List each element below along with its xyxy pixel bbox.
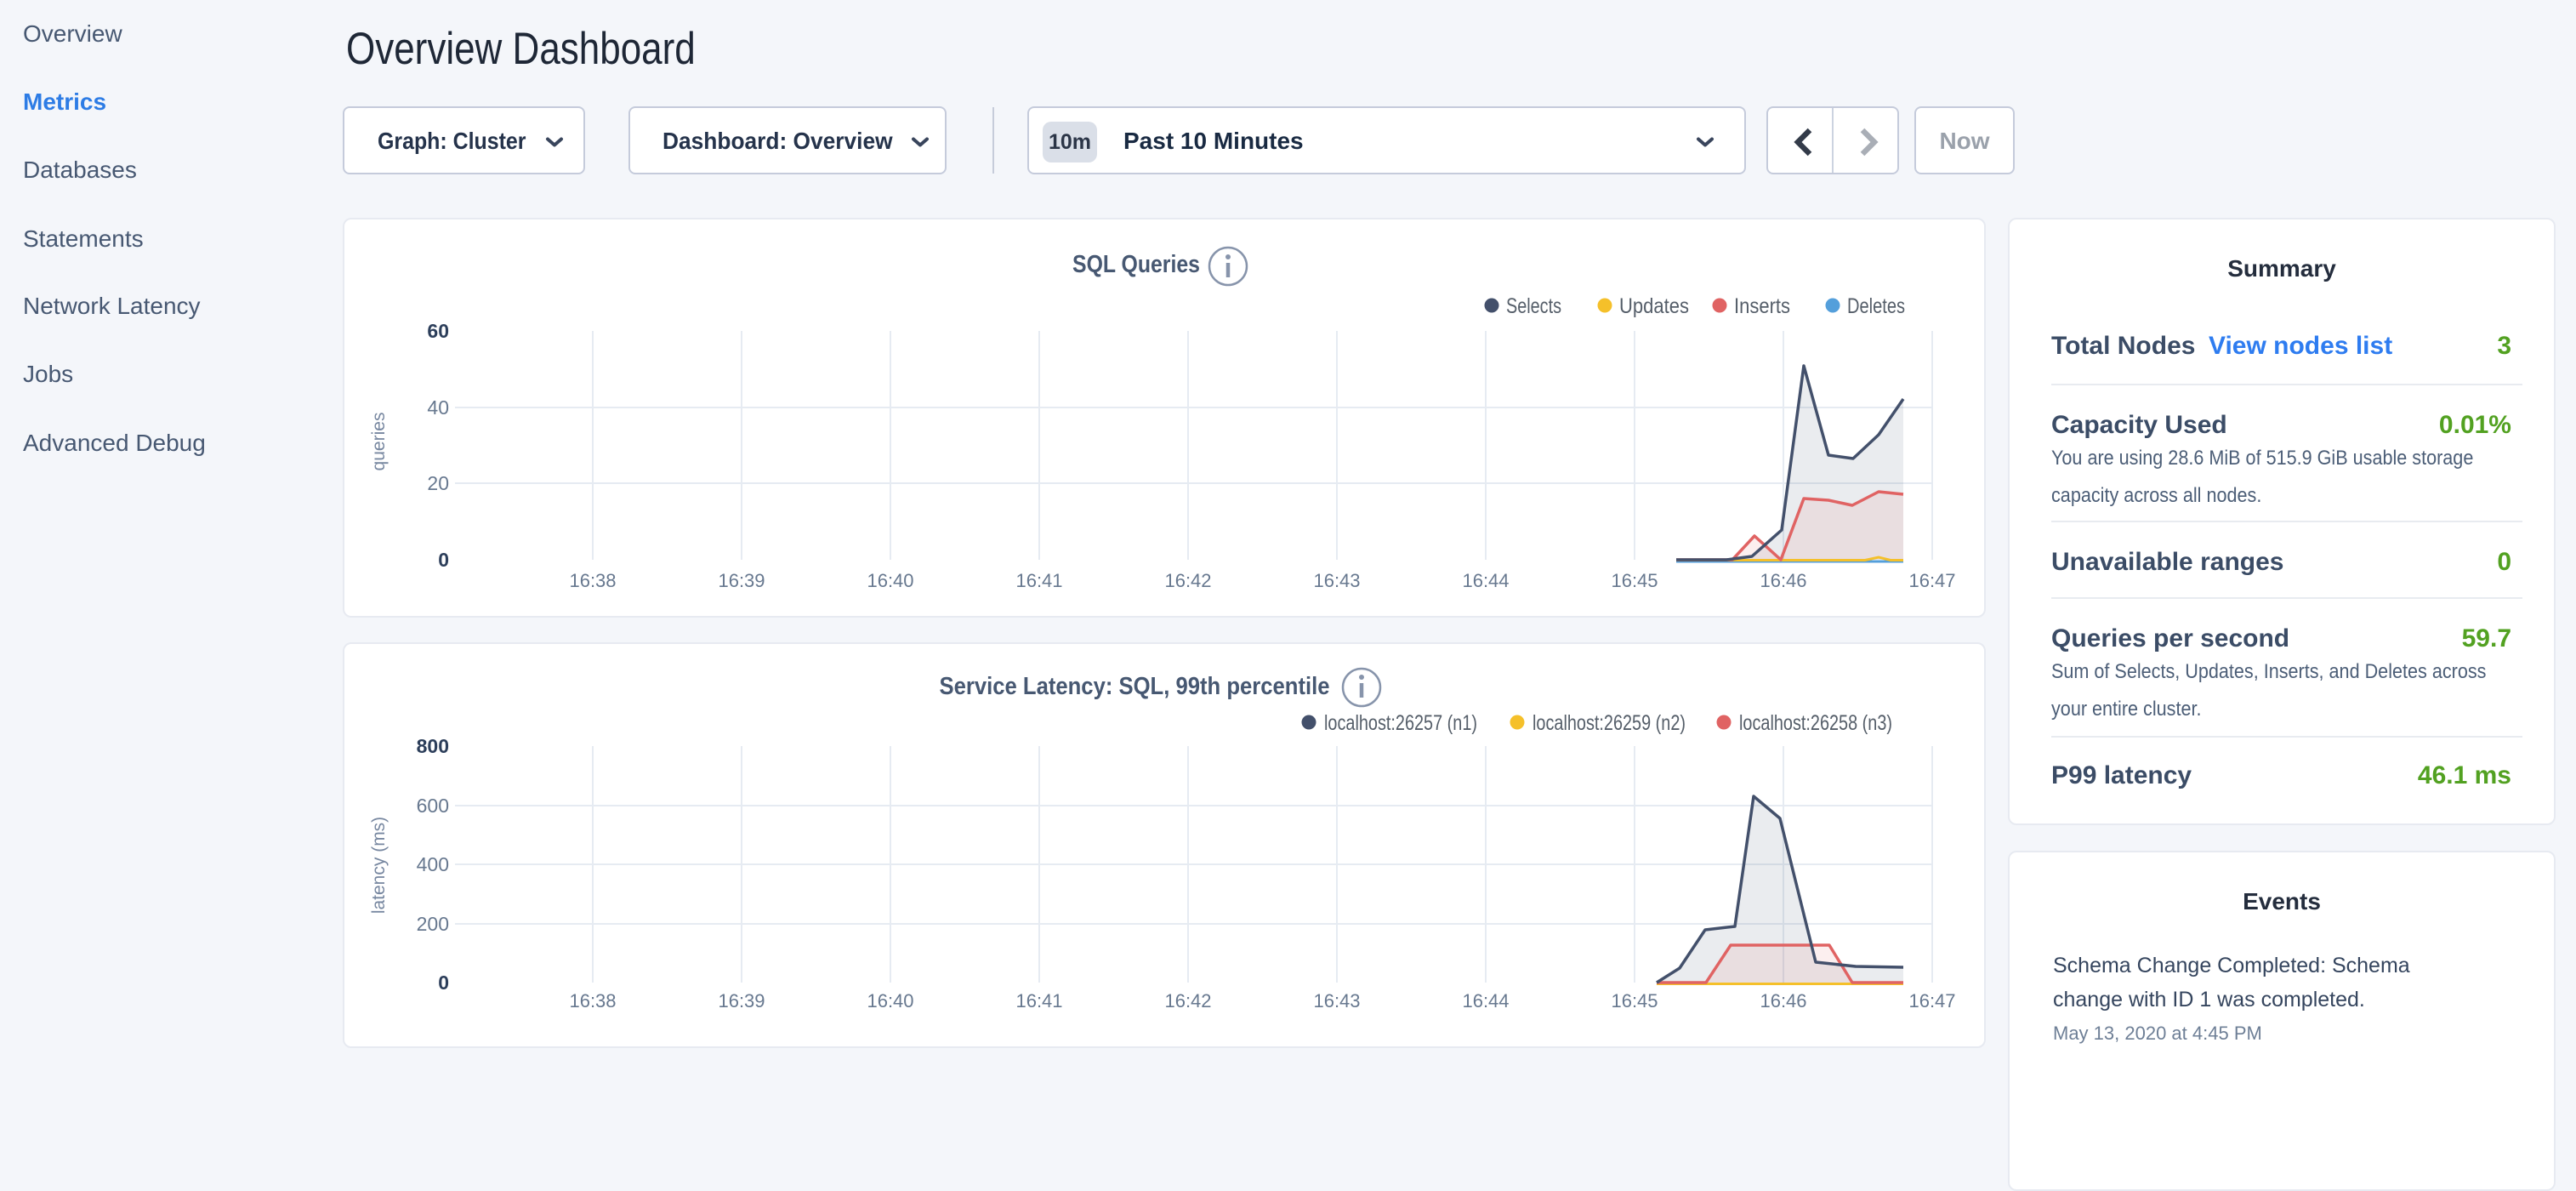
svg-text:16:47: 16:47 bbox=[1908, 570, 1955, 591]
svg-text:16:47: 16:47 bbox=[1908, 990, 1955, 1011]
svg-text:16:43: 16:43 bbox=[1313, 570, 1360, 591]
svg-text:16:46: 16:46 bbox=[1760, 570, 1806, 591]
svg-text:400: 400 bbox=[417, 853, 449, 875]
svg-text:16:42: 16:42 bbox=[1164, 990, 1211, 1011]
svg-text:queries: queries bbox=[369, 413, 389, 471]
svg-text:200: 200 bbox=[417, 913, 449, 935]
svg-text:Inserts: Inserts bbox=[1734, 294, 1790, 318]
svg-text:16:45: 16:45 bbox=[1611, 990, 1658, 1011]
svg-text:16:40: 16:40 bbox=[867, 990, 913, 1011]
svg-text:16:39: 16:39 bbox=[718, 570, 765, 591]
svg-text:latency (ms): latency (ms) bbox=[369, 817, 389, 914]
svg-text:16:38: 16:38 bbox=[569, 570, 616, 591]
svg-text:Updates: Updates bbox=[1619, 294, 1689, 318]
svg-text:16:40: 16:40 bbox=[867, 570, 913, 591]
svg-text:60: 60 bbox=[427, 320, 449, 342]
svg-text:localhost:26257 (n1): localhost:26257 (n1) bbox=[1324, 711, 1477, 735]
svg-text:16:45: 16:45 bbox=[1611, 570, 1658, 591]
svg-text:600: 600 bbox=[417, 795, 449, 817]
svg-text:Deletes: Deletes bbox=[1847, 294, 1905, 318]
svg-text:16:44: 16:44 bbox=[1462, 570, 1509, 591]
svg-text:localhost:26259 (n2): localhost:26259 (n2) bbox=[1533, 711, 1686, 735]
svg-text:16:38: 16:38 bbox=[569, 990, 616, 1011]
svg-text:16:44: 16:44 bbox=[1462, 990, 1509, 1011]
svg-text:16:41: 16:41 bbox=[1015, 990, 1062, 1011]
svg-text:16:42: 16:42 bbox=[1164, 570, 1211, 591]
svg-text:SQL Queries: SQL Queries bbox=[1072, 251, 1200, 278]
svg-text:40: 40 bbox=[427, 396, 449, 419]
svg-text:800: 800 bbox=[417, 735, 449, 757]
svg-text:20: 20 bbox=[427, 472, 449, 494]
svg-text:0: 0 bbox=[438, 549, 449, 571]
svg-text:16:46: 16:46 bbox=[1760, 990, 1806, 1011]
svg-text:16:43: 16:43 bbox=[1313, 990, 1360, 1011]
svg-text:16:41: 16:41 bbox=[1015, 570, 1062, 591]
svg-text:Service Latency: SQL, 99th per: Service Latency: SQL, 99th percentile bbox=[940, 673, 1330, 700]
svg-text:localhost:26258 (n3): localhost:26258 (n3) bbox=[1739, 711, 1892, 735]
svg-text:0: 0 bbox=[438, 972, 449, 994]
svg-text:16:39: 16:39 bbox=[718, 990, 765, 1011]
svg-text:Selects: Selects bbox=[1506, 294, 1561, 318]
